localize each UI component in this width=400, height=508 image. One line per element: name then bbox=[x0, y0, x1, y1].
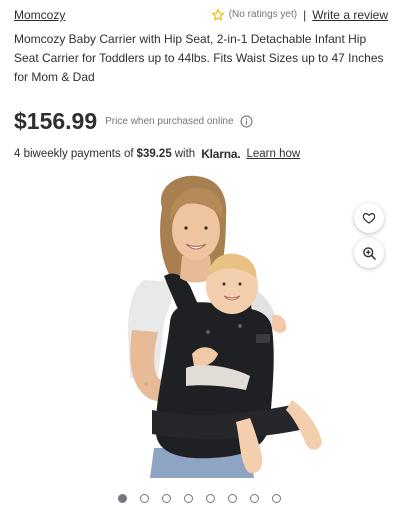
zoom-in-icon bbox=[362, 246, 376, 260]
carousel-dot-5[interactable] bbox=[206, 494, 215, 503]
ratings-area: (No ratings yet) | Write a review bbox=[211, 8, 388, 22]
carousel-dot-4[interactable] bbox=[184, 494, 193, 503]
carrier-snap-2 bbox=[238, 324, 242, 328]
baby-arm-right bbox=[272, 314, 287, 333]
klarna-with: with bbox=[174, 148, 196, 160]
klarna-amount: $39.25 bbox=[136, 148, 172, 160]
carrier-label bbox=[256, 334, 270, 343]
klarna-prefix: 4 biweekly payments of bbox=[14, 148, 134, 160]
price: $156.99 bbox=[14, 107, 98, 134]
star-outline-icon bbox=[211, 9, 224, 21]
carousel-dots bbox=[118, 494, 294, 503]
info-circle-icon[interactable] bbox=[240, 115, 253, 128]
product-header-row: Momcozy (No ratings yet) | Write a revie… bbox=[14, 8, 388, 24]
product-title: Momcozy Baby Carrier with Hip Seat, 2-in… bbox=[14, 32, 384, 84]
carrier-snap-1 bbox=[206, 330, 210, 334]
price-note: Price when purchased online bbox=[105, 115, 234, 127]
carousel-dot-6[interactable] bbox=[228, 494, 237, 503]
learn-how-link[interactable]: Learn how bbox=[246, 148, 300, 160]
carousel-dot-2[interactable] bbox=[140, 494, 149, 503]
klarna-row: 4 biweekly payments of $39.25 with Klarn… bbox=[14, 146, 300, 162]
price-row: $156.99 Price when purchased online bbox=[14, 106, 253, 136]
product-image[interactable] bbox=[100, 172, 324, 478]
carousel-dot-1[interactable] bbox=[118, 494, 127, 503]
write-review-link[interactable]: Write a review bbox=[312, 8, 388, 22]
carousel-dot-7[interactable] bbox=[250, 494, 259, 503]
bracelet bbox=[144, 382, 148, 386]
zoom-button[interactable] bbox=[354, 238, 384, 268]
klarna-logo: Klarna. bbox=[201, 147, 241, 161]
carousel-dot-3[interactable] bbox=[162, 494, 171, 503]
carousel-dot-8[interactable] bbox=[272, 494, 281, 503]
separator: | bbox=[303, 8, 307, 22]
heart-icon bbox=[362, 213, 376, 224]
favorite-button[interactable] bbox=[354, 203, 384, 233]
brand-link[interactable]: Momcozy bbox=[14, 8, 65, 22]
no-ratings-text: (No ratings yet) bbox=[228, 9, 298, 20]
